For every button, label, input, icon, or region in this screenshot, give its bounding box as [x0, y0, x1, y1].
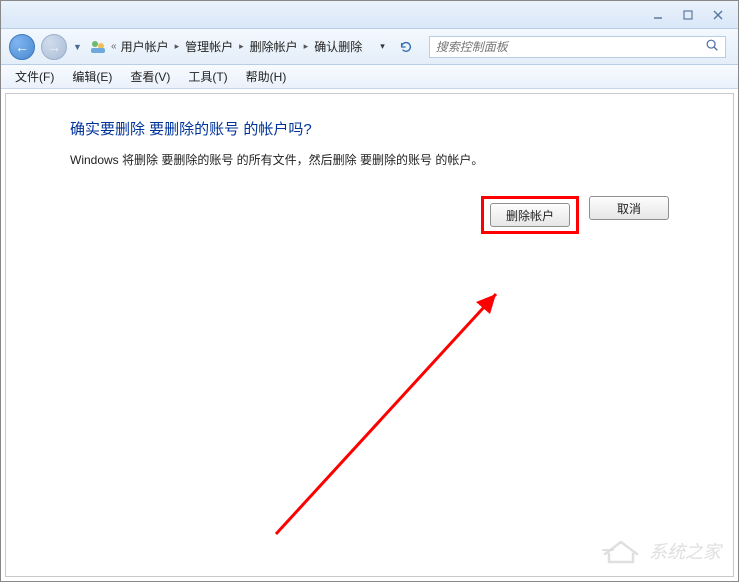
window-titlebar [1, 1, 738, 29]
search-box[interactable] [429, 36, 726, 58]
maximize-button[interactable] [674, 6, 702, 24]
refresh-icon [399, 40, 413, 54]
watermark-text: 系统之家 [649, 538, 721, 564]
breadcrumb-dropdown[interactable]: ▾ [380, 41, 385, 52]
menu-view[interactable]: 查看(V) [122, 65, 178, 88]
chevron-right-icon: ▸ [175, 41, 180, 52]
page-heading: 确实要删除 要删除的账号 的帐户吗? [70, 118, 669, 139]
chevron-right-icon: ▸ [304, 41, 309, 52]
breadcrumb-item-delete[interactable]: 删除帐户 [250, 38, 298, 55]
breadcrumb-item-manage[interactable]: 管理帐户 [185, 38, 233, 55]
button-row: 删除帐户 取消 [70, 196, 669, 234]
nav-history-dropdown[interactable]: ▼ [73, 42, 83, 52]
nav-forward-button[interactable]: → [41, 34, 67, 60]
breadcrumb-item-users[interactable]: 用户帐户 [121, 38, 169, 55]
menu-file[interactable]: 文件(F) [7, 65, 62, 88]
chevron-right-icon: ▸ [239, 41, 244, 52]
breadcrumb-item-confirm[interactable]: 确认删除 [314, 38, 362, 55]
menu-tools[interactable]: 工具(T) [180, 65, 235, 88]
close-button[interactable] [704, 6, 732, 24]
minimize-icon [652, 9, 664, 21]
menu-bar: 文件(F) 编辑(E) 查看(V) 工具(T) 帮助(H) [1, 65, 738, 89]
minimize-button[interactable] [644, 6, 672, 24]
annotation-highlight: 删除帐户 [481, 196, 579, 234]
menu-edit[interactable]: 编辑(E) [64, 65, 120, 88]
address-bar: ← → ▼ « 用户帐户 ▸ 管理帐户 ▸ 删除帐户 ▸ 确认删除 ▾ [1, 29, 738, 65]
content-pane: 确实要删除 要删除的账号 的帐户吗? Windows 将删除 要删除的账号 的所… [5, 93, 734, 577]
arrow-left-icon: ← [15, 39, 29, 55]
search-icon[interactable] [705, 38, 719, 55]
breadcrumb-prefix: « [111, 41, 117, 52]
watermark: 系统之家 [601, 536, 721, 566]
refresh-button[interactable] [397, 38, 415, 56]
menu-help[interactable]: 帮助(H) [238, 65, 295, 88]
maximize-icon [682, 9, 694, 21]
watermark-logo-icon [601, 536, 641, 566]
annotation-arrow [266, 264, 526, 544]
arrow-right-icon: → [47, 39, 61, 55]
user-accounts-icon [89, 38, 107, 56]
breadcrumb: « 用户帐户 ▸ 管理帐户 ▸ 删除帐户 ▸ 确认删除 ▾ [89, 35, 385, 59]
delete-account-button[interactable]: 删除帐户 [490, 203, 570, 227]
nav-back-button[interactable]: ← [9, 34, 35, 60]
page-body-text: Windows 将删除 要删除的账号 的所有文件，然后删除 要删除的账号 的帐户… [70, 151, 669, 168]
search-input[interactable] [436, 40, 705, 54]
close-icon [712, 9, 724, 21]
cancel-button[interactable]: 取消 [589, 196, 669, 220]
